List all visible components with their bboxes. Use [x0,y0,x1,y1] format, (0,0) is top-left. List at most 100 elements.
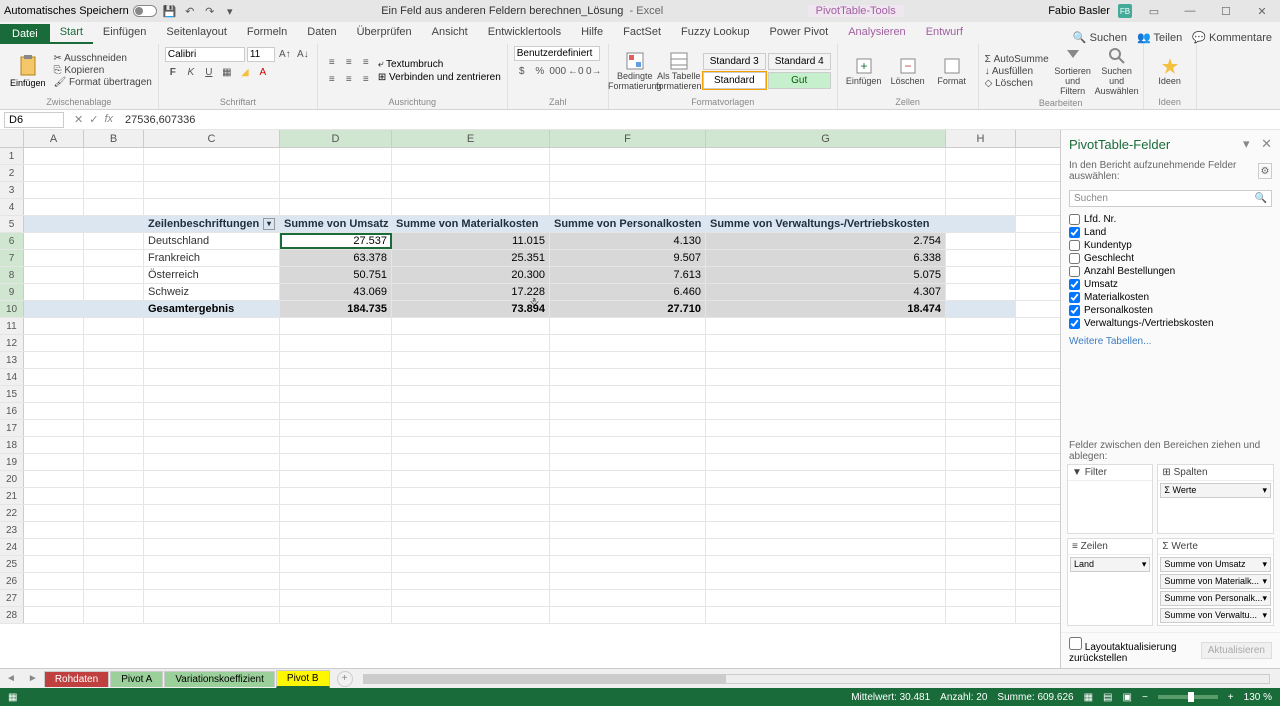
cell[interactable] [706,454,946,470]
cell[interactable] [24,437,84,453]
cell[interactable]: 4.307 [706,284,946,300]
cell[interactable] [24,233,84,249]
share-button[interactable]: 👥 Teilen [1137,31,1182,44]
align-right-icon[interactable]: ≡ [358,71,374,87]
cell[interactable] [280,420,392,436]
cell[interactable] [946,216,1016,232]
shrink-font-icon[interactable]: A↓ [295,46,311,62]
cell[interactable] [24,505,84,521]
wrap-text-button[interactable]: ⤶ Textumbruch [378,59,501,70]
cell[interactable] [392,318,550,334]
cell[interactable] [946,165,1016,181]
cell[interactable] [706,488,946,504]
merge-center-button[interactable]: ⊞ Verbinden und zentrieren [378,72,501,83]
zoom-out-icon[interactable]: − [1142,692,1148,703]
enter-formula-icon[interactable]: ✓ [89,113,98,126]
cell[interactable] [144,454,280,470]
cell[interactable] [392,437,550,453]
autosave-toggle[interactable]: Automatisches Speichern [4,5,157,17]
col-header[interactable]: D [280,130,392,147]
drop-item[interactable]: Summe von Materialk...▾ [1160,574,1271,589]
zoom-slider[interactable] [1158,695,1218,699]
autosum-button[interactable]: Σ AutoSumme [985,54,1049,65]
cell[interactable] [280,335,392,351]
col-header[interactable]: F [550,130,706,147]
field-item[interactable]: Geschlecht [1069,252,1272,265]
cell[interactable] [84,199,144,215]
cell[interactable] [24,284,84,300]
cell[interactable] [24,454,84,470]
cell[interactable]: Schweiz [144,284,280,300]
cell[interactable] [84,539,144,555]
cell[interactable] [946,318,1016,334]
cell[interactable] [144,471,280,487]
row-header[interactable]: 22 [0,505,24,521]
search-button[interactable]: 🔍 Suchen [1073,31,1127,44]
cell[interactable] [392,573,550,589]
fx-icon[interactable]: fx [104,113,113,126]
delete-cells-button[interactable]: −Löschen [888,56,928,86]
cell[interactable]: 11.015 [392,233,550,249]
cell[interactable]: 17.228 [392,284,550,300]
cell[interactable] [706,539,946,555]
cell[interactable] [946,454,1016,470]
cell[interactable] [392,199,550,215]
cell[interactable] [706,590,946,606]
row-header[interactable]: 1 [0,148,24,164]
row-header[interactable]: 11 [0,318,24,334]
copy-button[interactable]: ⎘ Kopieren [54,65,152,76]
cell[interactable] [550,148,706,164]
cell-style-gut[interactable]: Gut [768,72,831,89]
field-item[interactable]: Materialkosten [1069,291,1272,304]
field-item[interactable]: Verwaltungs-/Vertriebskosten [1069,317,1272,330]
cell[interactable] [550,182,706,198]
cell[interactable] [706,607,946,623]
row-header[interactable]: 24 [0,539,24,555]
values-drop-area[interactable]: Σ Werte Summe von Umsatz▾Summe von Mater… [1157,538,1274,626]
col-header[interactable]: H [946,130,1016,147]
cell[interactable] [550,165,706,181]
number-format-select[interactable]: Benutzerdefiniert [514,46,600,61]
cell[interactable] [280,539,392,555]
col-header[interactable]: G [706,130,946,147]
qat-dropdown-icon[interactable]: ▾ [223,4,237,18]
view-layout-icon[interactable]: ▤ [1103,692,1112,703]
align-left-icon[interactable]: ≡ [324,71,340,87]
row-header[interactable]: 21 [0,488,24,504]
cell[interactable]: 63.378 [280,250,392,266]
cell[interactable]: 184.735 [280,301,392,317]
cell[interactable] [392,505,550,521]
cell[interactable] [24,590,84,606]
cell[interactable] [84,556,144,572]
cell-style-standard3[interactable]: Standard 3 [703,53,766,70]
underline-button[interactable]: U [201,64,217,80]
cell[interactable] [550,352,706,368]
zoom-level[interactable]: 130 % [1244,692,1272,703]
cell[interactable] [24,556,84,572]
row-header[interactable]: 8 [0,267,24,283]
cell[interactable] [392,454,550,470]
cell[interactable] [550,471,706,487]
cell[interactable] [550,607,706,623]
cell[interactable] [84,318,144,334]
cell[interactable] [280,607,392,623]
cell[interactable] [392,182,550,198]
cell[interactable] [946,284,1016,300]
tab-start[interactable]: Start [50,22,93,44]
cell[interactable] [946,250,1016,266]
cell[interactable]: 50.751 [280,267,392,283]
row-header[interactable]: 7 [0,250,24,266]
cell[interactable] [84,233,144,249]
increase-decimal-icon[interactable]: ←0 [568,63,584,79]
rows-drop-area[interactable]: ≡ Zeilen Land▾ [1067,538,1153,626]
cell[interactable] [706,148,946,164]
row-header[interactable]: 13 [0,352,24,368]
col-header[interactable]: B [84,130,144,147]
row-header[interactable]: 16 [0,403,24,419]
cell[interactable] [84,522,144,538]
cell[interactable] [280,403,392,419]
tab-fuzzy-lookup[interactable]: Fuzzy Lookup [671,22,759,44]
row-header[interactable]: 3 [0,182,24,198]
bold-button[interactable]: F [165,64,181,80]
cell[interactable] [24,335,84,351]
